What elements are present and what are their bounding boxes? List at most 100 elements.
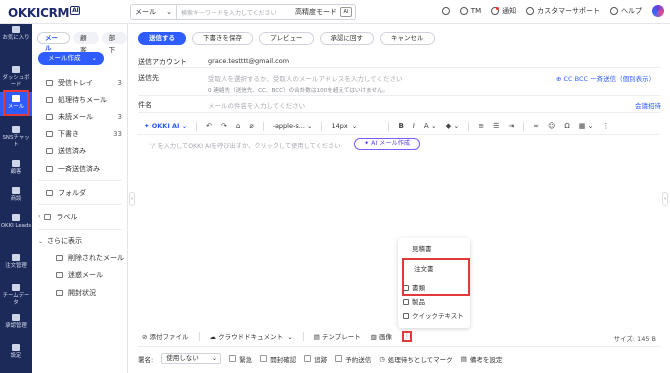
global-search[interactable]: メール ⌄ 検索キーワードを入力してください 高精度モード AI <box>130 4 356 20</box>
nav-customers[interactable]: 顧客 <box>0 160 32 176</box>
special-char-icon[interactable]: Ω <box>564 122 569 130</box>
tracking-checkbox[interactable]: 追跡 <box>304 354 327 364</box>
italic-icon[interactable]: I <box>413 122 415 130</box>
avatar[interactable] <box>652 5 664 17</box>
cancel-button[interactable]: キャンセル <box>380 32 435 45</box>
message-size: サイズ: 145 B <box>613 335 657 343</box>
font-family-select[interactable]: -apple-s... ⌄ <box>273 122 313 130</box>
folder-pending[interactable]: 処理待ちメール <box>32 91 128 108</box>
meeting-invite-link[interactable]: 会議招待 <box>635 100 661 110</box>
signature-label: 署名: <box>138 355 154 364</box>
more-options-icon[interactable]: ⋮ <box>603 122 610 130</box>
signature-select[interactable]: 使用しない ⌄ <box>161 353 222 364</box>
list-icon[interactable]: ☰ <box>493 122 499 130</box>
urgent-checkbox[interactable]: 緊急 <box>229 354 252 364</box>
highlight-icon[interactable]: ◆ ⌄ <box>446 122 459 130</box>
folder-icon <box>46 189 53 196</box>
folder-unread[interactable]: 未読メール 3 <box>32 108 128 125</box>
read-receipt-checkbox[interactable]: 開封確認 <box>260 354 296 364</box>
clear-format-icon[interactable]: ⌀ <box>249 122 253 130</box>
folder-inbox[interactable]: 受信トレイ 3 <box>32 74 128 91</box>
advanced-mode-toggle[interactable]: 高精度モード <box>292 7 340 17</box>
notification-button[interactable]: 通知 <box>491 6 516 16</box>
font-size-select[interactable]: 14px ⌄ <box>331 122 379 130</box>
preview-button[interactable]: プレビュー <box>259 32 314 45</box>
table-icon[interactable]: ▦ ⌄ <box>579 122 594 130</box>
folder-sent[interactable]: 送信済み <box>32 143 128 160</box>
bulk-sent-icon <box>46 165 53 172</box>
search-input[interactable]: 検索キーワードを入力してください <box>177 8 292 17</box>
nav-order-management[interactable]: 注文管理 <box>0 254 32 270</box>
help-button[interactable]: ヘルプ <box>610 6 642 16</box>
nav-sns-chat[interactable]: SNSチャット <box>0 126 32 148</box>
okki-ai-button[interactable]: ✦ OKKI AI ⌄ <box>144 122 187 130</box>
image-button[interactable]: ▨ 画像 <box>371 331 392 341</box>
emoji-icon[interactable]: ☺ <box>548 122 555 130</box>
nav-dashboard[interactable]: ダッシュボード <box>0 66 32 88</box>
folder-deleted[interactable]: 削除されたメール <box>32 250 128 267</box>
more-insert-button[interactable]: ⋮ <box>401 330 412 342</box>
sender-account-label: 送信アカウント <box>138 58 187 66</box>
divider <box>523 121 525 131</box>
cloud-document-button[interactable]: ☁ クラウドドキュメント ⌄ <box>210 331 293 341</box>
folder-drafts[interactable]: 下書き 33 <box>32 126 128 143</box>
more-toggle[interactable]: ⌄ さらに表示 <box>32 233 128 250</box>
recipient-input[interactable]: 受取人を選択するか、受取人のメールアドレスを入力してください <box>208 73 402 83</box>
nav-approval[interactable]: 承認管理 <box>0 314 32 330</box>
font-color-icon[interactable]: A ⌄ <box>424 122 437 130</box>
menu-item-quotation[interactable]: 見積書 <box>398 243 470 256</box>
support-button[interactable]: カスタマーサポート <box>526 6 600 16</box>
labels-toggle[interactable]: › ラベル <box>32 208 128 225</box>
menu-item-products[interactable]: 製品 <box>398 296 470 309</box>
leads-icon <box>12 214 20 221</box>
search-scope-select[interactable]: メール ⌄ <box>131 5 177 19</box>
divider <box>302 331 304 341</box>
indent-icon[interactable]: ⇥ <box>508 122 514 130</box>
nav-deals[interactable]: 商談 <box>0 187 32 203</box>
nav-favorites[interactable]: お気に入り <box>0 26 32 42</box>
tab-subordinates[interactable]: 部下 <box>101 32 127 54</box>
sender-account-value[interactable]: grace.testttt@gmail.com <box>208 57 289 65</box>
format-painter-icon[interactable]: ⌂ <box>236 122 240 130</box>
chevron-down-icon[interactable]: ⌄ <box>92 52 97 65</box>
folder-spam[interactable]: 迷惑メール <box>32 267 128 284</box>
menu-item-quick-text[interactable]: クイックテキスト <box>398 310 470 323</box>
nav-team-data[interactable]: チームデータ <box>0 284 32 306</box>
tab-customers[interactable]: 顧客 <box>73 32 99 54</box>
scheduled-send-checkbox[interactable]: 予約送信 <box>335 354 371 364</box>
product-icon <box>403 299 409 305</box>
align-icon[interactable]: ≡ <box>478 122 484 130</box>
user-menu[interactable]: TM <box>459 7 481 15</box>
save-draft-button[interactable]: 下書きを保存 <box>192 32 253 45</box>
folder-folders[interactable]: フォルダ <box>32 184 128 201</box>
divider <box>321 121 323 131</box>
nav-okki-leads[interactable]: OKKI Leads <box>0 214 32 230</box>
subject-input[interactable]: メールの件名を入力してください <box>208 100 305 110</box>
attach-button[interactable]: ⊘ 添付ファイル <box>142 331 189 341</box>
folder-open-status[interactable]: 開封状況 <box>32 284 128 301</box>
memo-button[interactable]: ▤ 備考を設定 <box>461 354 503 364</box>
app-logo[interactable]: OKKICRM AI <box>8 6 81 20</box>
tab-mail[interactable]: メール <box>37 32 71 52</box>
undo-icon[interactable]: ↶ <box>206 122 212 130</box>
cc-bcc-links[interactable]: ⊕ CC BCC 一斉送信（個別表示） <box>556 73 655 83</box>
clock-icon[interactable] <box>441 7 450 15</box>
help-icon <box>610 7 618 15</box>
send-button[interactable]: 送信する <box>138 32 186 45</box>
link-icon[interactable]: ∞ <box>533 122 539 130</box>
search-ai-icon[interactable]: AI <box>340 7 352 17</box>
redo-icon[interactable]: ↷ <box>221 122 227 130</box>
folder-list: 受信トレイ 3 処理待ちメール 未読メール 3 下書き 33 送信済み 一斉送信済み … <box>32 74 128 301</box>
clock-icon: ◷ <box>379 354 385 363</box>
folder-bulk-sent[interactable]: 一斉送信済み <box>32 160 128 177</box>
ai-compose-button[interactable]: ✦ AI メール作成 <box>354 138 421 150</box>
editor-toolbar: ✦ OKKI AI ⌄ ↶ ↷ ⌂ ⌀ -apple-s... ⌄ 14px ⌄… <box>138 118 660 134</box>
mark-pending-button[interactable]: ◷ 処理待ちとしてマーク <box>379 354 452 364</box>
divider <box>138 95 660 96</box>
approval-button[interactable]: 承認に回す <box>319 32 374 45</box>
editor-body[interactable]: '/' を入力してOKKI AIを呼び出すか、クリックして使用してください <box>150 141 340 150</box>
nav-settings[interactable]: 設定 <box>0 344 32 360</box>
compose-button[interactable]: メール作成 ⌄ <box>38 52 104 65</box>
template-button[interactable]: ▤ テンプレート <box>314 331 361 341</box>
bold-icon[interactable]: B <box>398 122 403 130</box>
